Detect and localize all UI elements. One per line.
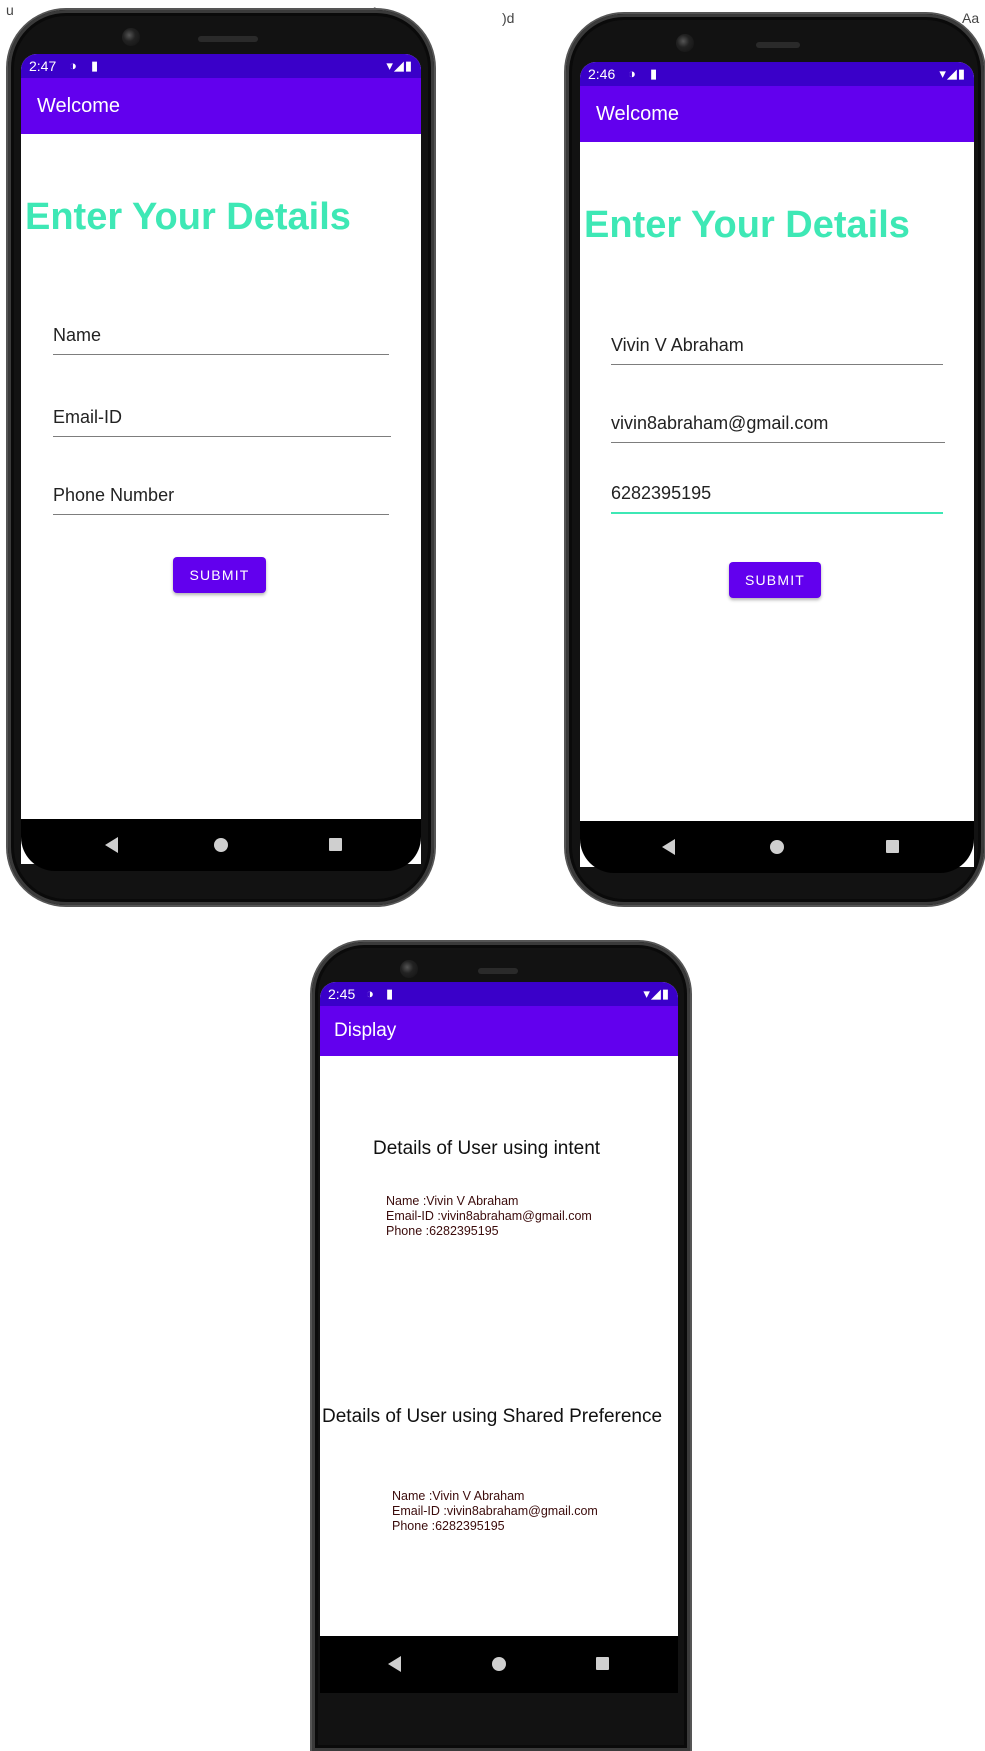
phone-number-field-hint: Phone Number (53, 485, 175, 505)
home-icon[interactable] (770, 840, 784, 854)
app-bar-title: Welcome (596, 103, 679, 125)
wifi-icon: ▾ (643, 986, 651, 1001)
recents-icon[interactable] (596, 1657, 609, 1670)
home-icon[interactable] (492, 1657, 506, 1671)
back-icon[interactable] (105, 837, 118, 853)
phone-number-field[interactable]: 6282395195 (611, 472, 943, 514)
camera-icon (400, 960, 418, 978)
nav-bar (580, 821, 974, 873)
email-field-hint: Email-ID (53, 407, 123, 427)
status-bar: 2:45 ◑ ▮ ▾◢▮ (320, 982, 678, 1006)
stray-text: Aa (962, 10, 980, 26)
speaker-grille (756, 42, 800, 48)
data-saver-icon: ◑ (628, 66, 636, 81)
email-field[interactable]: vivin8abraham@gmail.com (611, 402, 945, 443)
wifi-icon: ▾ (386, 58, 394, 73)
speaker-grille (478, 968, 518, 974)
stray-text: )d (502, 10, 515, 26)
recents-icon[interactable] (886, 840, 899, 853)
wifi-icon: ▾ (939, 66, 947, 81)
status-right-icons: ▾◢▮ (939, 66, 966, 82)
battery-icon: ▮ (661, 986, 670, 1001)
recents-icon[interactable] (329, 838, 342, 851)
phone-frame-filled-form: 2:46 ◑ ▮ ▾◢▮ Welcome Enter Your Details … (566, 14, 984, 905)
back-icon[interactable] (662, 839, 675, 855)
home-icon[interactable] (214, 838, 228, 852)
status-bar: 2:47 ◑ ▮ ▾◢▮ (21, 54, 421, 78)
name-field-hint: Name (53, 325, 102, 345)
data-saver-icon: ◑ (366, 986, 374, 1001)
shared-preference-email: Email-ID :vivin8abraham@gmail.com (392, 1504, 598, 1518)
app-bar: Display (320, 1006, 678, 1056)
intent-name: Name :Vivin V Abraham (386, 1194, 519, 1208)
intent-phone: Phone :6282395195 (386, 1224, 499, 1238)
cell-signal-icon: ◢ (393, 58, 405, 73)
nav-bar (320, 1636, 678, 1693)
app-bar-title: Display (334, 1020, 397, 1041)
status-time: 2:46 (588, 66, 616, 82)
app-bar: Welcome (21, 78, 421, 134)
email-field[interactable]: Email-ID (53, 396, 391, 437)
headline: Enter Your Details (584, 204, 910, 246)
camera-icon (676, 34, 694, 52)
shared-preference-phone: Phone :6282395195 (392, 1519, 505, 1533)
shared-preference-details: Name :Vivin V Abraham Email-ID :vivin8ab… (392, 1489, 598, 1534)
submit-button[interactable]: SUBMIT (729, 562, 821, 598)
speaker-grille (198, 36, 258, 42)
status-right-icons: ▾◢▮ (386, 58, 413, 74)
phone-frame-empty-form: 2:47 ◑ ▮ ▾◢▮ Welcome Enter Your Details … (8, 10, 434, 905)
name-field[interactable]: Name (53, 314, 389, 355)
app-bar-title: Welcome (37, 95, 120, 117)
status-time: 2:47 (29, 58, 57, 74)
phone-number-field-value: 6282395195 (611, 483, 712, 503)
battery-icon: ▮ (404, 58, 413, 73)
stray-text: u (6, 2, 14, 18)
sd-card-icon: ▮ (650, 66, 658, 81)
cell-signal-icon: ◢ (946, 66, 958, 81)
battery-icon: ▮ (957, 66, 966, 81)
sd-card-icon: ▮ (386, 986, 394, 1001)
status-right-icons: ▾◢▮ (643, 986, 670, 1002)
intent-email: Email-ID :vivin8abraham@gmail.com (386, 1209, 592, 1223)
phone-screen: 2:46 ◑ ▮ ▾◢▮ Welcome Enter Your Details … (580, 62, 974, 867)
cell-signal-icon: ◢ (650, 986, 662, 1001)
shared-preference-name: Name :Vivin V Abraham (392, 1489, 525, 1503)
submit-button[interactable]: SUBMIT (173, 557, 266, 593)
status-bar: 2:46 ◑ ▮ ▾◢▮ (580, 62, 974, 86)
shared-preference-section-title: Details of User using Shared Preference (322, 1406, 663, 1427)
name-field[interactable]: Vivin V Abraham (611, 324, 943, 365)
back-icon[interactable] (388, 1656, 401, 1672)
status-time: 2:45 (328, 986, 356, 1002)
phone-frame-display: 2:45 ◑ ▮ ▾◢▮ Display Details of User usi… (312, 942, 690, 1751)
intent-section-title: Details of User using intent (373, 1138, 601, 1159)
camera-icon (122, 28, 140, 46)
intent-details: Name :Vivin V Abraham Email-ID :vivin8ab… (386, 1194, 592, 1239)
app-bar: Welcome (580, 86, 974, 142)
name-field-value: Vivin V Abraham (611, 335, 744, 355)
phone-screen: 2:47 ◑ ▮ ▾◢▮ Welcome Enter Your Details … (21, 54, 421, 864)
headline: Enter Your Details (25, 196, 351, 238)
sd-card-icon: ▮ (91, 58, 99, 73)
nav-bar (21, 819, 421, 871)
data-saver-icon: ◑ (69, 58, 77, 73)
phone-screen: 2:45 ◑ ▮ ▾◢▮ Display Details of User usi… (320, 982, 678, 1638)
email-field-value: vivin8abraham@gmail.com (611, 413, 829, 433)
phone-number-field[interactable]: Phone Number (53, 474, 389, 515)
